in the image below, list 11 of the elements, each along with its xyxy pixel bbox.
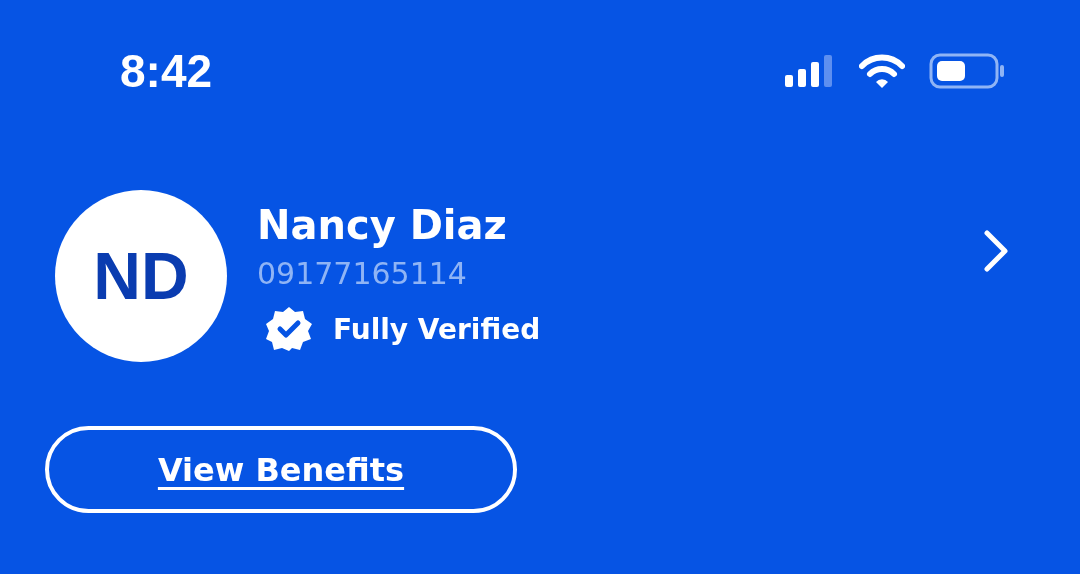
- phone-number: 09177165114: [257, 255, 468, 293]
- view-benefits-button[interactable]: View Benefits: [45, 426, 517, 513]
- verified-badge-icon: [265, 306, 313, 352]
- status-time: 8:42: [120, 44, 213, 98]
- signal-icon: [785, 55, 835, 87]
- avatar: ND: [55, 190, 227, 362]
- user-name: Nancy Diaz: [257, 201, 508, 250]
- verification-status: Fully Verified: [333, 312, 541, 346]
- battery-icon: [929, 53, 1005, 89]
- wifi-icon: [859, 54, 905, 88]
- chevron-right-icon[interactable]: [982, 229, 1010, 273]
